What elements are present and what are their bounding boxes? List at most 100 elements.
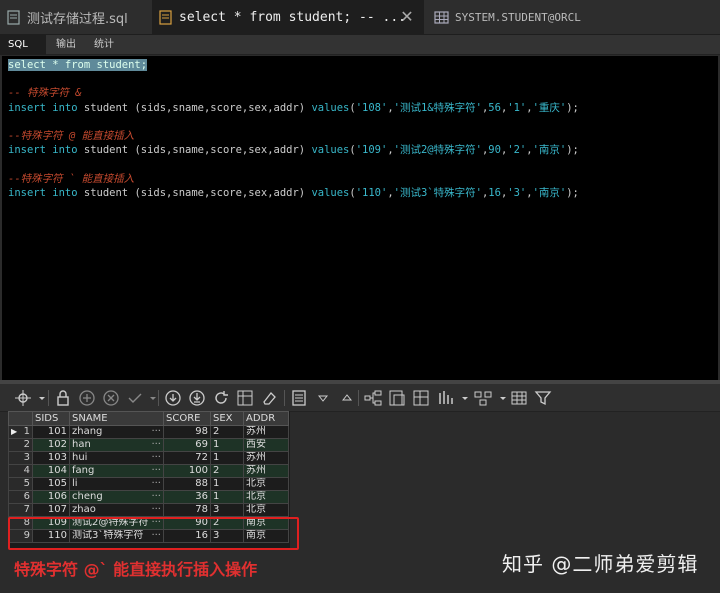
chevron-down-icon-2[interactable] (144, 389, 156, 407)
tab-select-query[interactable]: select * from student; -- ... ✕ (152, 0, 424, 35)
single-record-icon[interactable] (290, 389, 308, 407)
row-number[interactable]: 5 (8, 477, 33, 491)
cell-sids[interactable]: 101 (32, 425, 70, 439)
cell-sex[interactable]: 1 (210, 451, 244, 465)
cell-addr[interactable]: 西安 (243, 438, 289, 452)
subtab-stats[interactable]: 统计 (86, 35, 122, 55)
cell-sname[interactable]: ··· hui (69, 451, 164, 465)
row-number[interactable]: 3 (8, 451, 33, 465)
col-header-sids[interactable]: SIDS (32, 411, 70, 426)
code-line[interactable]: insert into student (sids,sname,score,se… (8, 101, 579, 115)
table-row[interactable]: 7 107 ··· zhao 78 3 北京 (8, 503, 289, 517)
triangle-down-icon[interactable] (314, 389, 329, 407)
tab-sql-file[interactable]: 测试存储过程.sql (6, 0, 146, 35)
cell-addr[interactable]: 苏州 (243, 451, 289, 465)
check-icon[interactable] (126, 389, 144, 407)
cell-score[interactable]: 69 (163, 438, 211, 452)
cell-sids[interactable]: 103 (32, 451, 70, 465)
cell-score[interactable]: 100 (163, 464, 211, 478)
cell-addr[interactable]: 北京 (243, 503, 289, 517)
table-row[interactable]: 3 103 ··· hui 72 1 苏州 (8, 451, 289, 465)
table-row[interactable]: 4 104 ··· fang 100 2 苏州 (8, 464, 289, 478)
cell-sex[interactable]: 1 (210, 477, 244, 491)
cell-sname[interactable]: ··· zhang (69, 425, 164, 439)
table-row[interactable]: 6 106 ··· cheng 36 1 北京 (8, 490, 289, 504)
table-row[interactable]: 5 105 ··· li 88 1 北京 (8, 477, 289, 491)
tab-table-student[interactable]: SYSTEM.STUDENT@ORCL (432, 0, 720, 35)
code-line[interactable]: insert into student (sids,sname,score,se… (8, 143, 579, 157)
cell-sids[interactable]: 106 (32, 490, 70, 504)
export-icon[interactable] (388, 389, 406, 407)
refresh-icon[interactable] (212, 389, 230, 407)
cell-editor-button[interactable]: ··· (151, 479, 161, 490)
tree-icon[interactable] (364, 389, 382, 407)
cell-addr[interactable]: 北京 (243, 477, 289, 491)
eraser-icon[interactable] (260, 389, 278, 407)
code-line[interactable]: --特殊字符 @ 能直接插入 (8, 129, 134, 143)
cell-sname[interactable]: ··· li (69, 477, 164, 491)
chevron-down-icon[interactable] (33, 389, 45, 407)
cell-sex[interactable]: 2 (210, 464, 244, 478)
cell-sids[interactable]: 105 (32, 477, 70, 491)
table-row[interactable]: 1 ▶ 101 ··· zhang 98 2 苏州 (8, 425, 289, 439)
cell-editor-button[interactable]: ··· (151, 440, 161, 451)
cell-score[interactable]: 98 (163, 425, 211, 439)
grid-view-icon[interactable] (510, 389, 528, 407)
subtab-output[interactable]: 输出 (48, 35, 84, 55)
cell-sex[interactable]: 1 (210, 490, 244, 504)
col-header-score[interactable]: SCORE (163, 411, 211, 426)
col-header-addr[interactable]: ADDR (243, 411, 289, 426)
chart-icon[interactable] (436, 389, 454, 407)
import-icon[interactable] (412, 389, 430, 407)
subtab-sql[interactable]: SQL (0, 35, 46, 55)
chevron-down-icon-3[interactable] (456, 389, 468, 407)
cell-addr[interactable]: 苏州 (243, 464, 289, 478)
cell-score[interactable]: 78 (163, 503, 211, 517)
sql-editor[interactable]: select * from student; -- 特殊字符 & insert in… (2, 56, 718, 380)
cell-score[interactable]: 88 (163, 477, 211, 491)
add-row-icon[interactable] (78, 389, 96, 407)
cell-sname[interactable]: ··· cheng (69, 490, 164, 504)
layout-icon[interactable] (474, 389, 492, 407)
cell-addr[interactable]: 苏州 (243, 425, 289, 439)
code-line[interactable]: -- 特殊字符 & (8, 86, 82, 100)
row-number[interactable]: 2 (8, 438, 33, 452)
arrow-down-circle-icon[interactable] (164, 389, 182, 407)
cell-sex[interactable]: 3 (210, 503, 244, 517)
code-line[interactable]: --特殊字符 ` 能直接插入 (8, 172, 134, 186)
cell-sex[interactable]: 2 (210, 425, 244, 439)
code-line[interactable]: insert into student (sids,sname,score,se… (8, 186, 579, 200)
col-header-sname[interactable]: SNAME (69, 411, 164, 426)
cell-sids[interactable]: 104 (32, 464, 70, 478)
cell-sname[interactable]: ··· han (69, 438, 164, 452)
cell-score[interactable]: 72 (163, 451, 211, 465)
cell-editor-button[interactable]: ··· (151, 427, 161, 438)
row-number[interactable]: 1 ▶ (8, 425, 33, 439)
filter-grid-icon[interactable] (236, 389, 254, 407)
pin-icon[interactable] (14, 389, 32, 407)
table-row[interactable]: 2 102 ··· han 69 1 西安 (8, 438, 289, 452)
chevron-down-icon-4[interactable] (494, 389, 506, 407)
cell-editor-button[interactable]: ··· (151, 466, 161, 477)
cell-sname[interactable]: ··· fang (69, 464, 164, 478)
triangle-up-icon[interactable] (338, 389, 353, 407)
row-number[interactable]: 6 (8, 490, 33, 504)
close-icon[interactable]: ✕ (398, 8, 416, 26)
row-number[interactable]: 4 (8, 464, 33, 478)
cell-sname[interactable]: ··· zhao (69, 503, 164, 517)
lock-icon[interactable] (54, 389, 72, 407)
filter-icon[interactable] (534, 389, 552, 407)
arrow-down-last-icon[interactable] (188, 389, 206, 407)
cell-editor-button[interactable]: ··· (151, 453, 161, 464)
col-header-sex[interactable]: SEX (210, 411, 244, 426)
code-line[interactable]: select * from student; (8, 58, 148, 72)
row-number[interactable]: 7 (8, 503, 33, 517)
cell-sids[interactable]: 107 (32, 503, 70, 517)
cell-sex[interactable]: 1 (210, 438, 244, 452)
cell-sids[interactable]: 102 (32, 438, 70, 452)
cell-editor-button[interactable]: ··· (151, 492, 161, 503)
cell-addr[interactable]: 北京 (243, 490, 289, 504)
delete-row-icon[interactable] (102, 389, 120, 407)
cell-editor-button[interactable]: ··· (151, 505, 161, 516)
cell-score[interactable]: 36 (163, 490, 211, 504)
